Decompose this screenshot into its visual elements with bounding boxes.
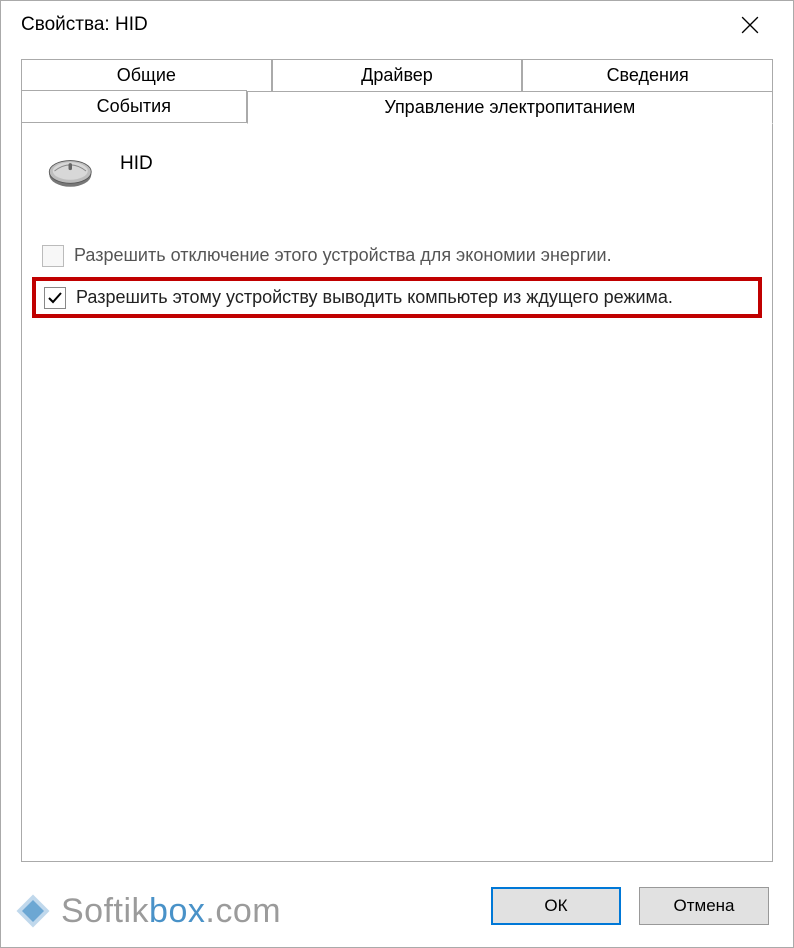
tab-row-top: Общие Драйвер Сведения (21, 59, 773, 90)
dialog-buttons: ОК Отмена (491, 887, 769, 925)
watermark-soft: Softik (61, 892, 149, 930)
tab-power-management[interactable]: Управление электропитанием (247, 91, 773, 124)
check-icon (47, 290, 63, 306)
checkbox-allow-wake[interactable] (44, 287, 66, 309)
watermark-logo-icon (11, 889, 55, 933)
window-title: Свойства: HID (21, 14, 148, 36)
tab-events[interactable]: События (21, 90, 247, 123)
tab-container: Общие Драйвер Сведения События Управлени… (21, 59, 773, 862)
close-icon (741, 16, 759, 34)
device-header: HID (36, 143, 758, 211)
tab-general[interactable]: Общие (21, 59, 272, 91)
tab-details[interactable]: Сведения (522, 59, 773, 91)
tab-panel-power: HID Разрешить отключение этого устройств… (21, 122, 773, 862)
cancel-button[interactable]: Отмена (639, 887, 769, 925)
checkbox-allow-turn-off (42, 245, 64, 267)
tab-row-bottom: События Управление электропитанием (21, 90, 773, 123)
mouse-icon (44, 151, 100, 191)
ok-button[interactable]: ОК (491, 887, 621, 925)
properties-dialog: Свойства: HID Общие Драйвер Сведения Соб… (0, 0, 794, 948)
watermark-com: .com (205, 892, 281, 930)
tab-driver[interactable]: Драйвер (272, 59, 523, 91)
watermark-box: box (149, 892, 205, 930)
close-button[interactable] (727, 9, 773, 41)
highlighted-option: Разрешить этому устройству выводить комп… (32, 277, 762, 317)
label-allow-turn-off: Разрешить отключение этого устройства дл… (74, 243, 612, 267)
device-name: HID (120, 153, 153, 189)
watermark: Softikbox.com (11, 889, 281, 933)
option-allow-wake[interactable]: Разрешить этому устройству выводить комп… (38, 285, 752, 309)
titlebar: Свойства: HID (1, 1, 793, 49)
label-allow-wake: Разрешить этому устройству выводить комп… (76, 285, 673, 309)
option-allow-turn-off: Разрешить отключение этого устройства дл… (36, 237, 758, 273)
watermark-text: Softikbox.com (61, 892, 281, 931)
content-area: Общие Драйвер Сведения События Управлени… (1, 49, 793, 862)
